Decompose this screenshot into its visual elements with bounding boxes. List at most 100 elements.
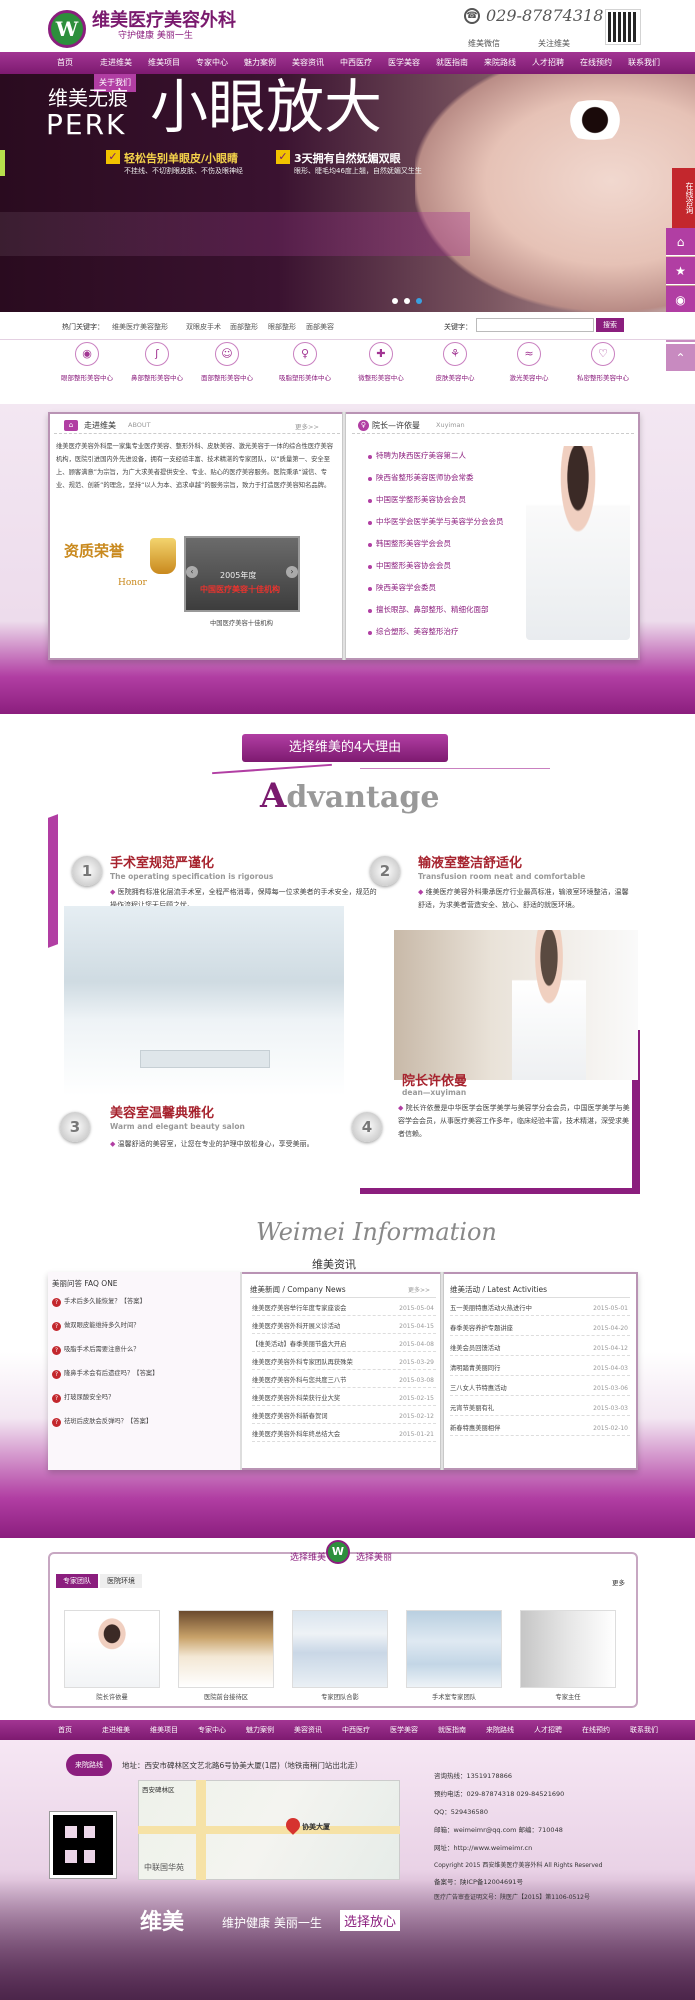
about-more-link[interactable]: 更多>>: [295, 421, 319, 431]
news-more-link[interactable]: 更多>>: [408, 1285, 430, 1294]
category-private[interactable]: ♡ 私密整形美容中心: [566, 342, 640, 396]
event-row[interactable]: 维美会员回馈活动 2015-04-12: [450, 1342, 630, 1356]
news-row[interactable]: 【维美活动】春季美丽节盛大开启 2015-04-08: [252, 1338, 436, 1352]
route-badge[interactable]: 来院路线: [66, 1754, 112, 1776]
faq-item[interactable]: 祛斑后皮肤会反弹吗？【答案】: [64, 1416, 236, 1427]
category-face[interactable]: ☺ 面部整形美容中心: [190, 342, 264, 396]
nav-item-contact[interactable]: 联系我们: [620, 52, 668, 74]
news-title: 维美医疗美容举行年度专家座谈会: [252, 1305, 347, 1312]
banner-dot[interactable]: [392, 298, 398, 304]
faq-item[interactable]: 打玻尿酸安全吗？: [64, 1392, 236, 1403]
news-row[interactable]: 维美医疗美容外科年终总结大会 2015-01-21: [252, 1428, 436, 1442]
event-date: 2015-03-03: [593, 1405, 628, 1412]
news-row[interactable]: 维美医疗美容举行年度专家座谈会 2015-05-04: [252, 1302, 436, 1316]
tab-environment[interactable]: 医院环境: [100, 1574, 142, 1588]
hot-keyword[interactable]: 面部美容: [306, 322, 334, 332]
footer-nav-item[interactable]: 美容资讯: [284, 1720, 332, 1740]
nav-item-jobs[interactable]: 人才招聘: [524, 52, 572, 74]
faq-item[interactable]: 手术后多久能恢复？【答案】: [64, 1296, 236, 1307]
footer-nav-item[interactable]: 人才招聘: [524, 1720, 572, 1740]
nav-item-guide[interactable]: 就医指南: [428, 52, 476, 74]
reason-title: 输液室整洁舒适化: [418, 856, 523, 871]
environment-card[interactable]: 院长许依曼: [64, 1610, 160, 1701]
event-row[interactable]: 元宵节美丽有礼 2015-03-03: [450, 1402, 630, 1416]
news-row[interactable]: 维美医疗美容外科专家团队再获殊荣 2015-03-29: [252, 1356, 436, 1370]
doctor-photo[interactable]: [526, 446, 630, 640]
up-icon[interactable]: ⌃: [666, 344, 695, 372]
faq-item[interactable]: 吸脂手术后需要注意什么？: [64, 1344, 236, 1355]
logo-icon[interactable]: W: [48, 10, 86, 48]
footer-nav-item[interactable]: 走进维美: [92, 1720, 140, 1740]
check-icon: ✓: [106, 150, 120, 164]
event-row[interactable]: 三八女人节特惠活动 2015-03-06: [450, 1382, 630, 1396]
banner-dot-active[interactable]: [416, 298, 422, 304]
category-body[interactable]: ♀ 吸脂塑形美体中心: [268, 342, 342, 396]
environment-caption: 手术室专家团队: [431, 1694, 477, 1701]
footer-info-line[interactable]: 网址：http://www.weimeimr.cn: [434, 1842, 532, 1852]
event-row[interactable]: 新春特惠美丽相伴 2015-02-10: [450, 1422, 630, 1436]
environment-card[interactable]: 专家主任: [520, 1610, 616, 1701]
search-button[interactable]: 搜索: [596, 318, 624, 332]
footer-nav-item[interactable]: 专家中心: [188, 1720, 236, 1740]
expert-credential: 中国医学整形美容协会会员: [376, 495, 466, 504]
footer-nav-item[interactable]: 首页: [44, 1720, 86, 1740]
news-row[interactable]: 维美医疗美容外科与您共度三八节 2015-03-08: [252, 1374, 436, 1388]
banner-point-2: 3天拥有自然妩媚双眼: [294, 152, 401, 165]
news-row[interactable]: 维美医疗美容外科新春贺词 2015-02-12: [252, 1410, 436, 1424]
footer-nav-item[interactable]: 来院路线: [476, 1720, 524, 1740]
category-laser[interactable]: ≈ 激光美容中心: [492, 342, 566, 396]
environment-card[interactable]: 专家团队合影: [292, 1610, 388, 1701]
star-icon[interactable]: ★: [666, 257, 695, 285]
home-icon[interactable]: ⌂: [666, 228, 695, 256]
faq-item[interactable]: 隆鼻手术会有后遗症吗？【答案】: [64, 1368, 236, 1379]
hot-keyword[interactable]: 面部整形: [230, 322, 258, 332]
hospital-icon: ⌂: [64, 420, 78, 431]
footer-nav-item[interactable]: 医学美容: [380, 1720, 428, 1740]
event-row[interactable]: 清明踏青美丽同行 2015-04-03: [450, 1362, 630, 1376]
footer-nav-item[interactable]: 在线预约: [572, 1720, 620, 1740]
banner-dot[interactable]: [404, 298, 410, 304]
nav-item-cosmetology[interactable]: 医学美容: [380, 52, 428, 74]
hot-keyword[interactable]: 眼部整形: [268, 322, 296, 332]
nav-item-route[interactable]: 来院路线: [476, 52, 524, 74]
footer-nav-item[interactable]: 魅力案例: [236, 1720, 284, 1740]
faq-item[interactable]: 做双眼皮能维持多久时间？: [64, 1320, 236, 1331]
category-nose[interactable]: ʃ 鼻部整形美容中心: [120, 342, 194, 396]
nurse-figure: [512, 930, 586, 1080]
advantage-heading: Advantage: [260, 776, 439, 816]
search-input[interactable]: [476, 318, 594, 332]
event-row[interactable]: 五一美丽特惠活动火热进行中 2015-05-01: [450, 1302, 630, 1316]
news-title: 维美医疗美容外科开展义诊活动: [252, 1323, 341, 1330]
map-label: 西安碑林区: [142, 1786, 175, 1794]
tab-experts[interactable]: 专家团队: [56, 1574, 98, 1588]
follow-link[interactable]: 关注维美: [538, 38, 570, 49]
float-consult-button[interactable]: 在线咨询: [672, 168, 695, 228]
footer-info-line[interactable]: 备案号：陕ICP备12004691号: [434, 1876, 523, 1886]
nav-item-booking[interactable]: 在线预约: [572, 52, 620, 74]
event-row[interactable]: 春季美容养护专题讲座 2015-04-20: [450, 1322, 630, 1336]
wechat-link[interactable]: 维美微信: [468, 38, 500, 49]
footer-nav-item[interactable]: 就医指南: [428, 1720, 476, 1740]
footer-nav-item[interactable]: 维美项目: [140, 1720, 188, 1740]
environment-more-link[interactable]: 更多: [612, 1577, 625, 1587]
footer-nav-item[interactable]: 中西医疗: [332, 1720, 380, 1740]
nav-item-home[interactable]: 首页: [44, 52, 86, 74]
environment-card[interactable]: 手术室专家团队: [406, 1610, 502, 1701]
news-row[interactable]: 维美医疗美容外科荣获行业大奖 2015-02-15: [252, 1392, 436, 1406]
hot-keyword[interactable]: 双眼皮手术: [186, 322, 221, 332]
category-micro[interactable]: ✚ 微整形美容中心: [344, 342, 418, 396]
category-eye[interactable]: ◉ 眼部整形美容中心: [50, 342, 124, 396]
expert-title-en: Xuyiman: [436, 421, 465, 429]
banner-prev-tab[interactable]: [0, 150, 5, 176]
prev-arrow-icon[interactable]: ‹: [186, 566, 198, 578]
environment-card[interactable]: 医院前台接待区: [178, 1610, 274, 1701]
dean-subtitle: dean—xuyiman: [402, 1088, 467, 1097]
expert-credential: 中国整形美容协会会员: [376, 561, 451, 570]
hot-keyword[interactable]: 维美医疗美容整形: [112, 322, 168, 332]
next-arrow-icon[interactable]: ›: [286, 566, 298, 578]
nav-item-about[interactable]: 走进维美: [92, 52, 140, 74]
category-skin[interactable]: ⚘ 皮肤美容中心: [418, 342, 492, 396]
news-row[interactable]: 维美医疗美容外科开展义诊活动 2015-04-15: [252, 1320, 436, 1334]
footer-nav-item[interactable]: 联系我们: [620, 1720, 668, 1740]
eye-icon[interactable]: ◉: [666, 286, 695, 314]
